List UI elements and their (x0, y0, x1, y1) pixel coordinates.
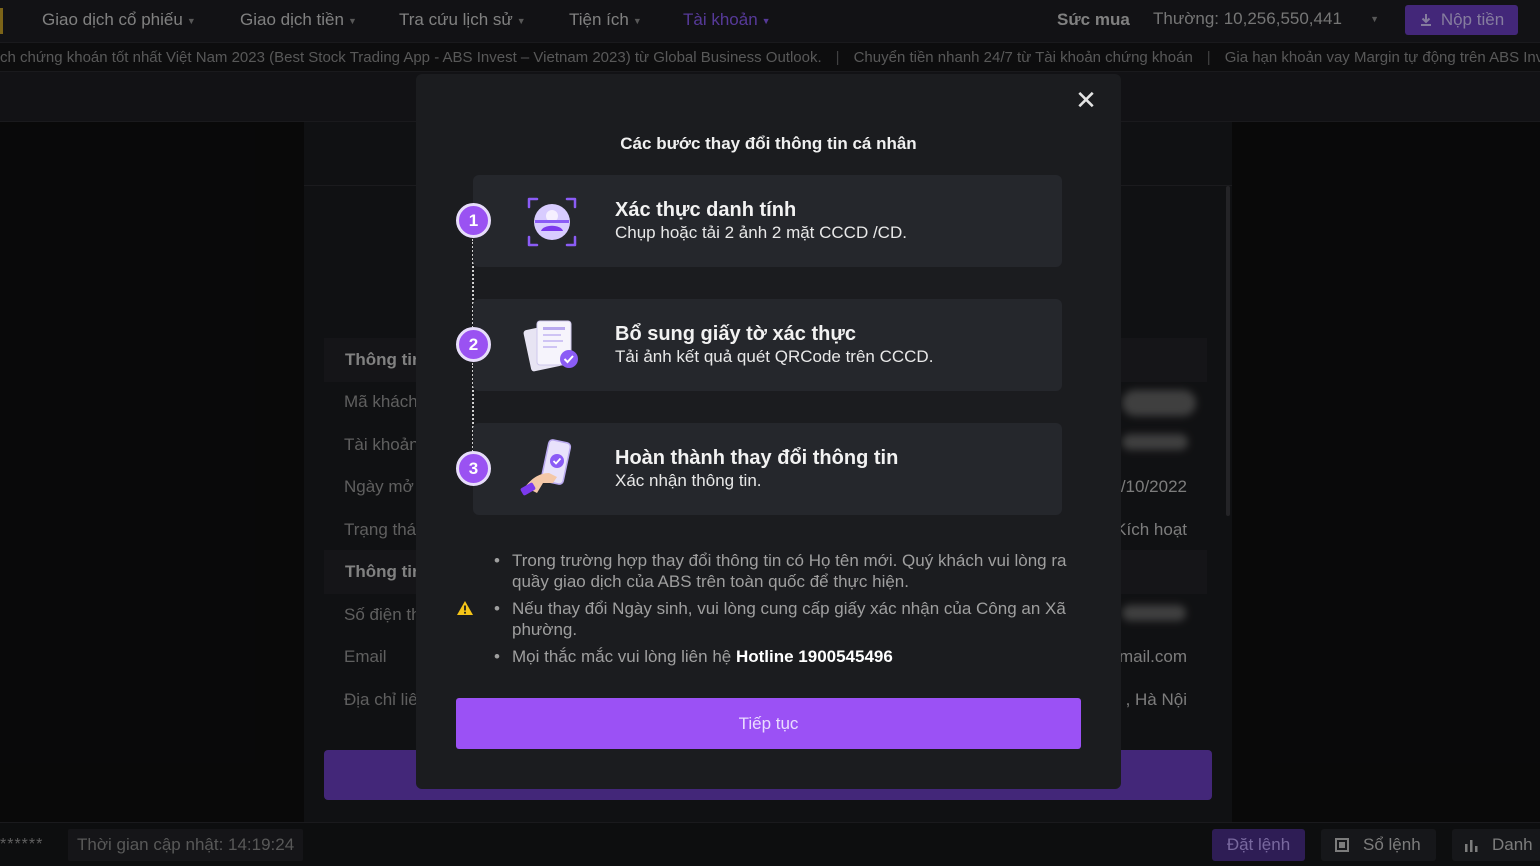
step-number-badge: 3 (456, 451, 491, 486)
notes-list: Trong trường hợp thay đổi thông tin có H… (494, 550, 1084, 673)
step-title: Hoàn thành thay đổi thông tin (615, 447, 899, 469)
step-card-1: Xác thực danh tính Chụp hoặc tải 2 ảnh 2… (473, 175, 1062, 267)
step-number-badge: 1 (456, 203, 491, 238)
documents-check-icon (523, 320, 578, 372)
step-card-3: Hoàn thành thay đổi thông tin Xác nhận t… (473, 423, 1062, 515)
step-title: Xác thực danh tính (615, 199, 797, 221)
step-desc: Xác nhận thông tin. (615, 471, 762, 490)
step-number-badge: 2 (456, 327, 491, 362)
continue-button[interactable]: Tiếp tục (456, 698, 1081, 749)
step-title: Bổ sung giấy tờ xác thực (615, 323, 856, 345)
step-card-2: Bổ sung giấy tờ xác thực Tải ảnh kết quả… (473, 299, 1062, 391)
hotline[interactable]: Hotline 1900545496 (736, 647, 893, 666)
note-item: Trong trường hợp thay đổi thông tin có H… (494, 550, 1084, 592)
note-item: Nếu thay đổi Ngày sinh, vui lòng cung cấ… (494, 598, 1084, 640)
face-id-icon (527, 197, 577, 247)
warning-icon (457, 601, 473, 615)
note-item: Mọi thắc mắc vui lòng liên hệ Hotline 19… (494, 646, 1084, 667)
step-desc: Chụp hoặc tải 2 ảnh 2 mặt CCCD /CD. (615, 223, 907, 242)
step-desc: Tải ảnh kết quả quét QRCode trên CCCD. (615, 347, 934, 366)
personal-info-modal: ✕ Các bước thay đổi thông tin cá nhân Xá… (416, 74, 1121, 789)
phone-hand-icon (520, 439, 572, 496)
close-icon[interactable]: ✕ (1074, 87, 1098, 113)
modal-title: Các bước thay đổi thông tin cá nhân (620, 134, 917, 153)
